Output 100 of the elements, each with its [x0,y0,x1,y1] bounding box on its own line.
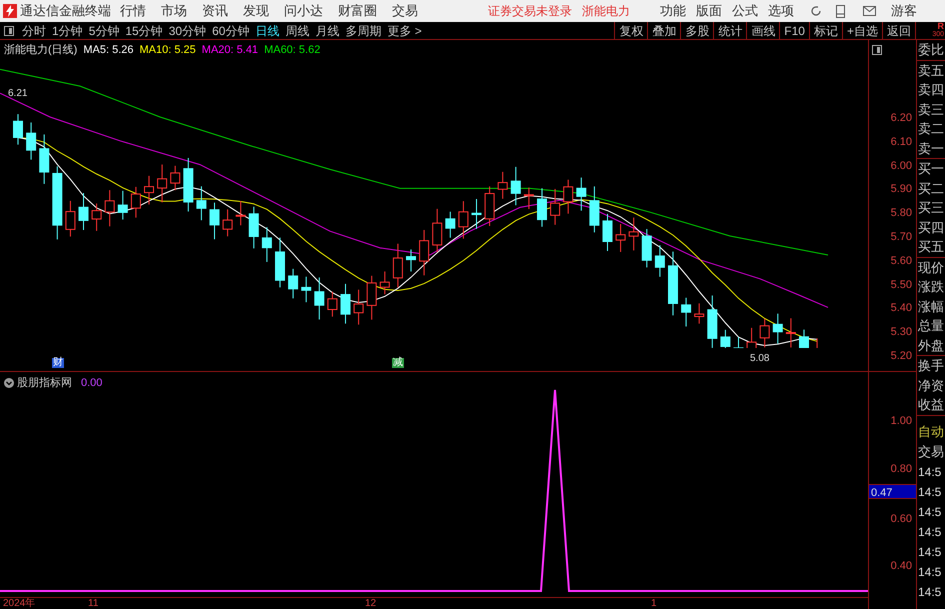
toolbar-button[interactable]: 叠加 [647,22,680,39]
quote-field-label: 买一 [918,160,945,178]
indicator-axis-label: 0.40 [890,559,912,574]
date-label: 12 [365,598,376,609]
stock-title: 浙能电力(日线) [4,43,78,58]
toolbar-button[interactable]: 多股 [680,22,714,39]
quote-field-label: 卖五 [918,62,945,80]
price-axis-label: 5.80 [890,206,912,222]
period-tab[interactable]: 1分钟 [52,22,83,40]
quote-field-label: 买三 [918,199,945,217]
indicator-axis-label: 0.80 [890,462,912,477]
panel-toggle-icon[interactable] [872,45,882,55]
period-tab[interactable]: 30分钟 [168,22,206,40]
refresh-icon[interactable] [810,5,822,17]
trade-time: 14:5 [918,524,942,540]
chevron-down-icon[interactable] [4,378,14,388]
menu-item[interactable]: 行情 [120,1,146,21]
price-axis-label: 5.30 [890,325,912,340]
menu-item[interactable]: 问小达 [284,1,323,21]
event-marker[interactable]: 财 [52,358,64,368]
price-axis-label: 5.50 [890,278,912,293]
quote-field-label: 收益 [918,396,945,414]
moving-average-value: MA5: 5.26 [83,43,134,58]
corner-label: R [938,22,944,31]
period-tab[interactable]: 多周期 [345,22,382,40]
app-name: 通达信金融终端 [20,2,110,20]
price-axis-label: 6.00 [890,158,912,174]
quote-field-label: 换手 [918,357,945,375]
price-axis-label: 5.20 [890,349,912,364]
trade-label[interactable]: 自动 [918,422,945,442]
period-tab[interactable]: 15分钟 [125,22,163,40]
tool-menu-item[interactable]: 选项 [768,1,794,21]
toolbar-button[interactable]: 统计 [713,22,746,39]
period-tab[interactable]: 周线 [285,22,310,40]
quote-field-label: 买二 [918,180,945,198]
toolbar-button[interactable]: +自选 [842,22,882,39]
panel-toggle-icon[interactable] [4,26,14,36]
period-tab[interactable]: 5分钟 [88,22,120,40]
price-axis-label: 5.90 [890,182,912,198]
user-name[interactable]: 游客 [891,1,917,21]
cursor-value-label: 0.47 [869,484,916,499]
quote-field-label: 涨跌 [918,278,945,296]
tool-menu-item[interactable]: 公式 [732,1,758,21]
moving-average-value: MA20: 5.41 [202,43,258,58]
indicator-name: 股朋指标网 [17,376,72,391]
toolbar-button[interactable]: 返回 [882,22,915,39]
moving-average-value: MA60: 5.62 [264,43,320,58]
trade-time: 14:5 [918,464,942,480]
toolbar-button[interactable]: F10 [779,22,809,39]
high-price-label: 6.21 [8,87,28,101]
date-label: 2024年 [3,598,36,609]
quote-field-label: 委比 [918,41,945,59]
trade-label: 交易 [918,442,945,460]
menu-item[interactable]: 资讯 [202,1,228,21]
price-axis-label: 6.20 [890,111,912,126]
trade-time: 14:5 [918,484,942,500]
logo-icon [3,4,17,18]
indicator-axis-label: 0.60 [890,512,912,527]
trade-time: 14:5 [918,564,942,580]
toolbar-button[interactable]: 画线 [746,22,780,39]
quote-field-label: 总量 [918,317,945,335]
quote-field-label: 现价 [918,258,945,276]
period-tab[interactable]: 月线 [315,22,340,40]
toolbar-button[interactable]: 复权 [614,22,648,39]
indicator-axis-label: 1.00 [890,414,912,429]
tool-menu-item[interactable]: 版面 [696,1,722,21]
notice-text: 证券交易未登录 [488,3,572,20]
moving-average-value: MA10: 5.25 [140,43,196,58]
quote-field-label: 卖四 [918,81,945,99]
toolbar-button[interactable]: 标记 [808,22,842,39]
mail-icon[interactable] [863,6,876,16]
quote-field-label: 外盘 [918,336,945,354]
price-axis-label: 5.70 [890,230,912,245]
price-axis-label: 5.40 [890,301,912,316]
date-label: 1 [651,598,657,609]
phone-icon[interactable] [836,4,845,18]
quote-field-label: 买五 [918,238,945,256]
date-label: 11 [88,598,98,609]
quote-field-label: 买四 [918,218,945,236]
quote-field-label: 卖二 [918,120,945,138]
quote-field-label: 卖三 [918,100,945,118]
tool-menu-item[interactable]: 功能 [660,1,686,21]
menu-item[interactable]: 发现 [243,1,269,21]
trade-time: 14:5 [918,584,942,600]
trade-time: 14:5 [918,504,942,520]
indicator-value: 0.00 [81,376,102,391]
price-axis-label: 6.10 [890,134,912,150]
low-price-label: 5.08 [750,352,770,366]
menu-item[interactable]: 市场 [161,1,187,21]
notice-text[interactable]: 浙能电力 [582,2,630,20]
period-tab[interactable]: 60分钟 [212,22,250,40]
menu-item[interactable]: 交易 [392,1,418,21]
quote-field-label: 净资 [918,376,945,394]
trade-time: 14:5 [918,544,942,560]
quote-field-label: 涨幅 [918,298,945,316]
period-tab[interactable]: 日线 [255,22,280,40]
menu-item[interactable]: 财富圈 [338,1,377,21]
quote-field-label: 卖一 [918,140,945,158]
period-tab[interactable]: 更多 > [387,22,422,40]
period-tab[interactable]: 分时 [22,22,46,40]
